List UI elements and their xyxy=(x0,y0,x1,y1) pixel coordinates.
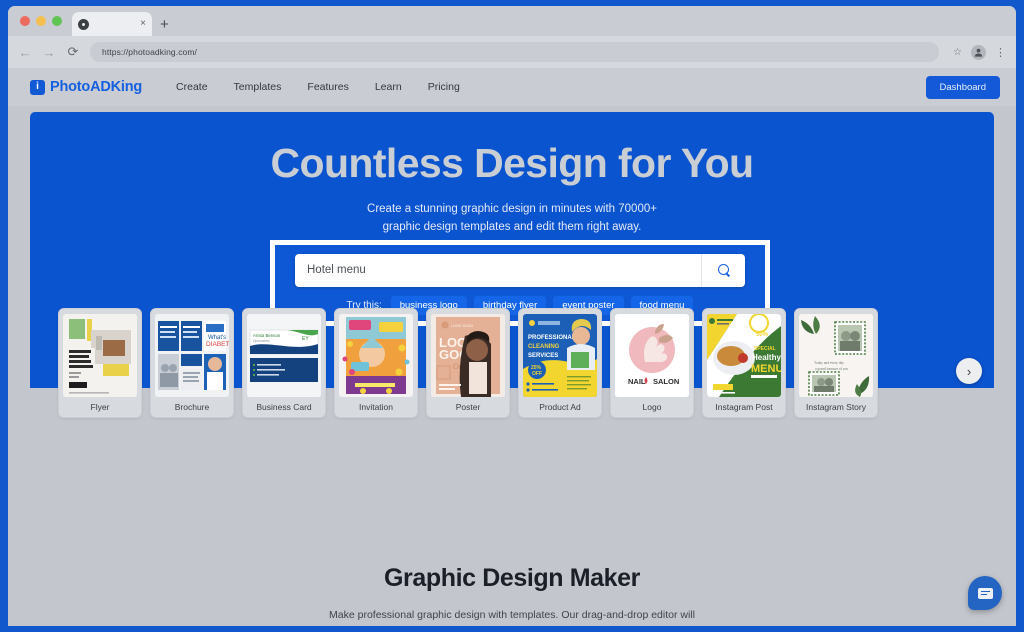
category-card-instagram-post[interactable]: 50% SPECIAL Healthy MENU Instagram Post xyxy=(702,308,786,418)
page-title: Countless Design for You xyxy=(270,140,755,186)
hero-subtitle-line1: Create a stunning graphic design in minu… xyxy=(367,203,657,216)
section-heading: Graphic Design Maker xyxy=(384,564,640,592)
carousel-next-button[interactable]: › xyxy=(956,358,982,384)
category-thumbnail: LOOK GOOD LOOK GOOD On You xyxy=(431,314,505,397)
category-card-instagram-story[interactable]: Today and every day a grand treasure of … xyxy=(794,308,878,418)
back-button[interactable]: ← xyxy=(18,45,32,60)
svg-text:CLEANING: CLEANING xyxy=(528,344,560,350)
search-input[interactable] xyxy=(295,253,701,287)
category-card-flyer[interactable]: Flyer xyxy=(58,308,142,418)
nav-item-pricing[interactable]: Pricing xyxy=(428,81,460,93)
person-glyph xyxy=(974,48,983,57)
forward-button[interactable]: → xyxy=(42,45,56,60)
category-thumbnail: NAIL SALON xyxy=(615,314,689,397)
category-label: Logo xyxy=(642,402,662,412)
maximize-window-button[interactable] xyxy=(52,16,62,26)
reload-button[interactable]: ⟳ xyxy=(66,44,80,60)
new-tab-button[interactable]: + xyxy=(160,17,169,32)
category-thumbnail: Arista Benson Optometrist EY xyxy=(247,314,321,397)
browser-tab[interactable]: × xyxy=(72,12,152,36)
logo-text: PhotoADKing xyxy=(50,79,143,95)
nav-item-create[interactable]: Create xyxy=(176,81,208,93)
nav-item-learn[interactable]: Learn xyxy=(375,81,402,93)
svg-text:DIABETES?: DIABETES? xyxy=(206,341,229,348)
svg-text:PROFESSIONAL: PROFESSIONAL xyxy=(528,335,576,341)
category-card-invitation[interactable]: Invitation xyxy=(334,308,418,418)
browser-toolbar: ← → ⟳ https://photoadking.com/ ☆ ⋮ xyxy=(8,36,1016,68)
category-thumbnail: PROFESSIONAL CLEANING SERVICES 25% OFF xyxy=(523,314,597,397)
search-bar[interactable] xyxy=(295,253,745,287)
site-header: i PhotoADKing Create Templates Features … xyxy=(8,68,1016,106)
window-controls[interactable] xyxy=(18,6,72,36)
site-logo[interactable]: i PhotoADKing xyxy=(30,79,142,95)
category-label: Business Card xyxy=(256,402,312,412)
category-label: Flyer xyxy=(90,402,110,412)
lower-section: Graphic Design Maker Make professional g… xyxy=(8,500,1016,626)
tab-close-icon[interactable]: × xyxy=(140,19,146,29)
search-icon xyxy=(717,264,730,276)
svg-text:OFF: OFF xyxy=(532,371,542,377)
category-label: Poster xyxy=(455,402,481,412)
svg-text:SPECIAL: SPECIAL xyxy=(754,346,776,352)
browser-window: × + ← → ⟳ https://photoadking.com/ ☆ ⋮ i… xyxy=(8,6,1016,626)
svg-text:SALON: SALON xyxy=(653,377,679,386)
category-card-product-ad[interactable]: PROFESSIONAL CLEANING SERVICES 25% OFF P… xyxy=(518,308,602,418)
address-bar-url: https://photoadking.com/ xyxy=(102,47,198,57)
svg-text:Healthy: Healthy xyxy=(752,353,781,362)
svg-text:SERVICES: SERVICES xyxy=(528,353,558,359)
logo-mark-icon: i xyxy=(30,79,45,95)
category-label: Invitation xyxy=(358,402,394,412)
dashboard-button[interactable]: Dashboard xyxy=(925,75,1000,99)
category-label: Instagram Story xyxy=(806,402,866,412)
svg-text:MENU: MENU xyxy=(751,363,781,375)
category-label: Product Ad xyxy=(539,402,581,412)
section-paragraph: Make professional graphic design with te… xyxy=(8,607,1016,626)
category-thumbnail: Today and every day a grand treasure of … xyxy=(799,314,873,397)
category-thumbnail: 50% SPECIAL Healthy MENU xyxy=(707,314,781,397)
category-carousel: Flyer What's DIABETES? xyxy=(30,308,994,418)
main-nav: Create Templates Features Learn Pricing xyxy=(176,81,460,93)
browser-tab-strip: × + xyxy=(8,6,1016,36)
page-viewport: i PhotoADKing Create Templates Features … xyxy=(8,68,1016,626)
address-bar[interactable]: https://photoadking.com/ xyxy=(90,42,940,62)
nav-item-templates[interactable]: Templates xyxy=(234,81,282,93)
profile-avatar-icon[interactable] xyxy=(971,44,986,60)
toolbar-actions: ☆ ⋮ xyxy=(949,44,1006,60)
search-submit-button[interactable] xyxy=(701,253,745,287)
chat-widget-button[interactable] xyxy=(968,576,1002,610)
chat-bubble-icon xyxy=(977,587,993,599)
minimize-window-button[interactable] xyxy=(36,16,46,26)
svg-text:LOOK GOOD: LOOK GOOD xyxy=(451,324,473,328)
category-card-brochure[interactable]: What's DIABETES? xyxy=(150,308,234,418)
svg-text:Optometrist: Optometrist xyxy=(253,339,270,343)
nav-item-features[interactable]: Features xyxy=(307,81,348,93)
close-window-button[interactable] xyxy=(20,16,30,26)
chevron-right-icon: › xyxy=(966,363,972,379)
section-paragraph-line1: Make professional graphic design with te… xyxy=(329,609,695,621)
category-thumbnail: What's DIABETES? xyxy=(155,314,229,397)
category-card-logo[interactable]: NAIL SALON Logo xyxy=(610,308,694,418)
svg-text:EY: EY xyxy=(302,336,309,342)
hero-subtitle: Create a stunning graphic design in minu… xyxy=(30,201,994,237)
svg-text:50%: 50% xyxy=(756,332,769,338)
svg-text:Arista Benson: Arista Benson xyxy=(253,333,281,338)
bookmark-star-icon[interactable]: ☆ xyxy=(953,47,962,58)
browser-menu-icon[interactable]: ⋮ xyxy=(995,46,1006,59)
tab-favicon-icon xyxy=(78,18,89,30)
category-card-poster[interactable]: LOOK GOOD LOOK GOOD On You xyxy=(426,308,510,418)
category-thumbnail xyxy=(63,314,137,397)
category-card-business-card[interactable]: Arista Benson Optometrist EY Business Ca… xyxy=(242,308,326,418)
svg-text:NAIL: NAIL xyxy=(628,377,646,386)
category-label: Instagram Post xyxy=(715,402,773,412)
category-label: Brochure xyxy=(174,402,210,412)
screenshot-frame: × + ← → ⟳ https://photoadking.com/ ☆ ⋮ i… xyxy=(0,0,1024,632)
hero-subtitle-line2: graphic design templates and edit them r… xyxy=(382,220,642,233)
svg-text:Today and every day: Today and every day xyxy=(814,361,844,365)
category-thumbnail xyxy=(339,314,413,397)
svg-text:a grand treasure of you: a grand treasure of you xyxy=(815,367,848,371)
